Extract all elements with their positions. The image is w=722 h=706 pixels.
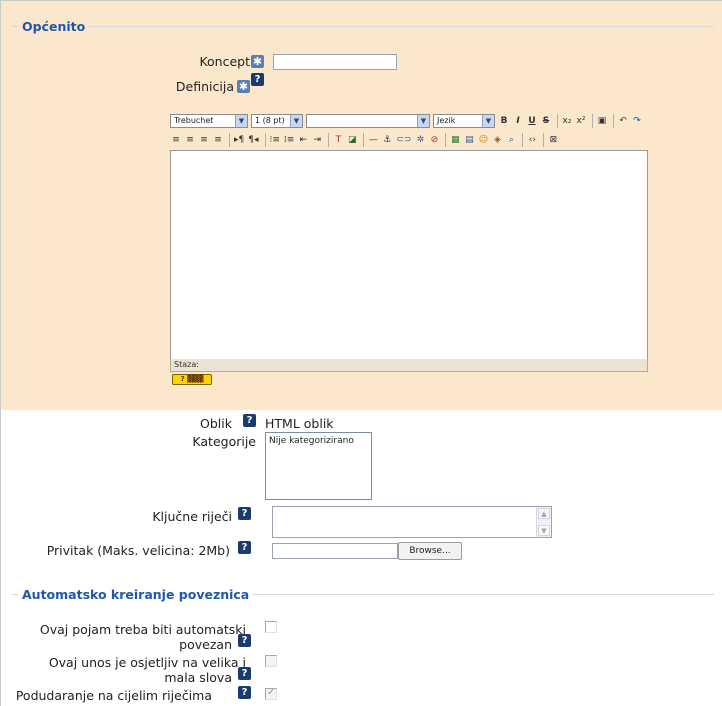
check-icon: ✓ (267, 687, 276, 698)
toolbar-separator (328, 133, 330, 147)
font-family-value: Trebuchet (174, 116, 214, 125)
ltr-icon[interactable]: ▸¶ (233, 133, 245, 147)
toolbar-separator (264, 133, 266, 147)
editor-help-button[interactable]: ? ▓▓▓ (172, 374, 212, 385)
general-legend: Općenito (18, 19, 90, 34)
font-family-select[interactable]: Trebuchet ▼ (170, 114, 248, 128)
help-icon[interactable]: ? (251, 73, 264, 86)
align-center-icon[interactable]: ≡ (184, 133, 196, 147)
toolbar-separator (363, 133, 365, 147)
language-select[interactable]: Jezik ▼ (433, 114, 495, 128)
autolink-legend: Automatsko kreiranje poveznica (18, 587, 254, 602)
keywords-scrollbar[interactable]: ▲ ▼ (536, 507, 551, 537)
attachment-label: Privitak (Maks. velicina: 2Mb) (46, 543, 230, 558)
keywords-label: Ključne riječi (152, 509, 232, 524)
categories-label: Kategorije (192, 434, 256, 449)
chevron-down-icon: ▼ (417, 115, 429, 127)
font-size-value: 1 (8 pt) (255, 116, 285, 125)
format-value: HTML oblik (265, 416, 334, 431)
indent-icon[interactable]: ⇥ (311, 133, 323, 147)
italic-button[interactable]: I (512, 114, 524, 128)
toolbar-separator (592, 114, 593, 128)
text-color-icon[interactable]: T (332, 133, 344, 147)
superscript-button[interactable]: x² (575, 114, 587, 128)
redo-icon[interactable]: ↷ (631, 114, 643, 128)
undo-icon[interactable]: ↶ (617, 114, 629, 128)
autolink-checkbox[interactable] (265, 621, 277, 633)
browse-button[interactable]: Browse... (398, 542, 462, 560)
editor-toolbar-row-2: ≡ ≡ ≡ ≡ ▸¶ ¶◂ ⁝≡ ⁞≡ ⇤ ⇥ T ◪ — ⚓ ⊂⊃ ✲ ⊘ ▦… (170, 131, 561, 149)
font-size-select[interactable]: 1 (8 pt) ▼ (251, 114, 303, 128)
category-option[interactable]: Nije kategorizirano (269, 435, 368, 447)
language-value: Jezik (437, 116, 456, 125)
html-source-icon[interactable]: ‹› (526, 133, 538, 147)
anchor-icon[interactable]: ⚓ (381, 133, 393, 147)
concept-input[interactable] (273, 54, 397, 70)
subscript-button[interactable]: x₂ (561, 114, 573, 128)
help-icon[interactable]: ? (238, 634, 251, 647)
toolbar-separator (522, 133, 524, 147)
fullscreen-icon[interactable]: ⊠ (547, 133, 559, 147)
help-icon[interactable]: ? (238, 507, 251, 520)
toolbar-separator (557, 114, 558, 128)
concept-label: Koncept (199, 54, 250, 69)
horizontal-rule-icon[interactable]: — (367, 133, 379, 147)
align-right-icon[interactable]: ≡ (198, 133, 210, 147)
help-icon[interactable]: ? (238, 686, 251, 699)
smiley-icon[interactable]: ☺ (477, 133, 489, 147)
toolbar-separator (445, 133, 447, 147)
format-label: Oblik (200, 416, 232, 431)
whole-word-checkbox[interactable]: ✓ (265, 687, 277, 700)
align-justify-icon[interactable]: ≡ (212, 133, 224, 147)
required-icon: ✱ (251, 55, 264, 68)
editor-status-bar: Staza: (170, 359, 648, 372)
bold-button[interactable]: B (498, 114, 510, 128)
style-select[interactable]: ▼ (306, 114, 430, 128)
editor-content-area[interactable] (170, 150, 648, 360)
editor-help-icon: ? (180, 375, 185, 383)
align-left-icon[interactable]: ≡ (170, 133, 182, 147)
underline-button[interactable]: U (526, 114, 538, 128)
general-legend-line (12, 26, 714, 27)
unordered-list-icon[interactable]: ⁞≡ (283, 133, 295, 147)
scroll-down-icon[interactable]: ▼ (538, 525, 550, 536)
ordered-list-icon[interactable]: ⁝≡ (269, 133, 281, 147)
clean-word-icon[interactable]: ▣ (596, 114, 608, 128)
toolbar-separator (613, 114, 614, 128)
insert-image-icon[interactable]: ▦ (449, 133, 461, 147)
chevron-down-icon: ▼ (235, 115, 247, 127)
autolink-label: Ovaj pojam treba biti automatski (39, 622, 246, 637)
html-editor: Trebuchet ▼ 1 (8 pt) ▼ ▼ Jezik ▼ B I U S… (170, 112, 648, 372)
chevron-down-icon: ▼ (290, 115, 302, 127)
attachment-file-input[interactable] (272, 543, 398, 559)
editor-toolbar-row-1: Trebuchet ▼ 1 (8 pt) ▼ ▼ Jezik ▼ B I U S… (170, 112, 645, 130)
unlink-icon[interactable]: ⊘ (428, 133, 440, 147)
strikethrough-button[interactable]: S (540, 114, 552, 128)
required-icon: ✱ (237, 80, 250, 93)
case-sensitive-checkbox[interactable] (265, 655, 277, 667)
definition-label: Definicija (175, 79, 234, 94)
case-sensitive-label: Ovaj unos je osjetljiv na velika i (48, 655, 246, 670)
categories-listbox[interactable]: Nije kategorizirano (265, 432, 372, 500)
help-icon[interactable]: ? (243, 414, 256, 427)
editor-path-label: Staza: (174, 360, 199, 369)
nolink-icon[interactable]: ✲ (414, 133, 426, 147)
keywords-textarea[interactable]: ▲ ▼ (272, 506, 552, 538)
insert-table-icon[interactable]: ▤ (463, 133, 475, 147)
special-char-icon[interactable]: ◈ (491, 133, 503, 147)
help-icon[interactable]: ? (238, 667, 251, 680)
help-icon[interactable]: ? (238, 541, 251, 554)
case-sensitive-label-cont: mala slova (164, 670, 232, 685)
link-icon[interactable]: ⊂⊃ (395, 133, 412, 147)
toolbar-separator (543, 133, 545, 147)
chevron-down-icon: ▼ (482, 115, 494, 127)
rtl-icon[interactable]: ¶◂ (247, 133, 259, 147)
toolbar-separator (229, 133, 230, 147)
autolink-label-cont: povezan (179, 637, 232, 652)
outdent-icon[interactable]: ⇤ (297, 133, 309, 147)
whole-word-label: Podudaranje na cijelim riječima (15, 688, 212, 703)
search-replace-icon[interactable]: ⌕ (505, 133, 517, 147)
background-color-icon[interactable]: ◪ (346, 133, 358, 147)
scroll-up-icon[interactable]: ▲ (538, 508, 550, 519)
